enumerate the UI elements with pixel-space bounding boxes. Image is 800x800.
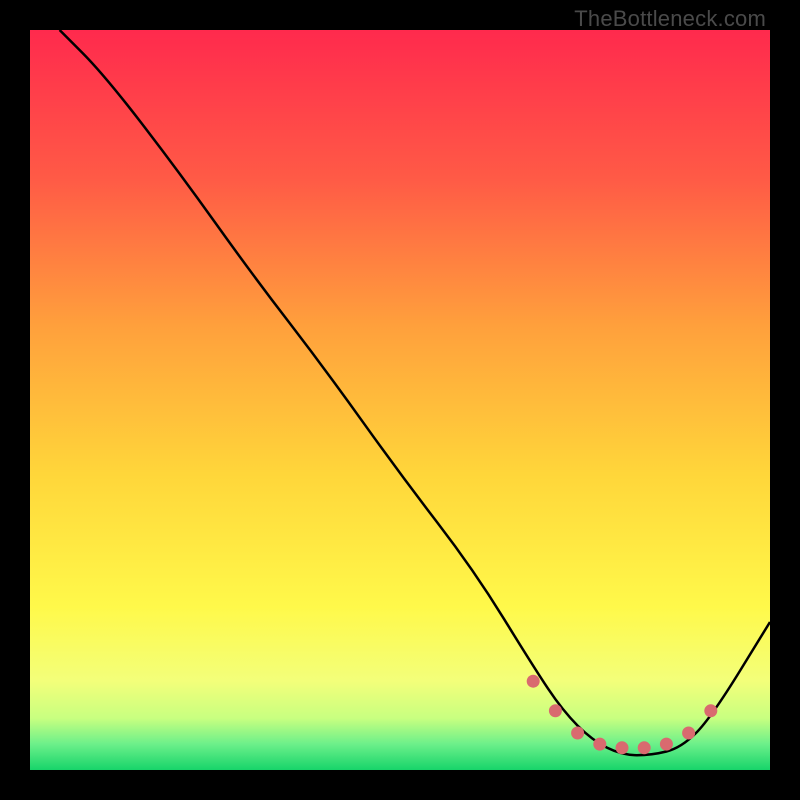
- optimal-marker: [682, 727, 695, 740]
- bottleneck-chart: [30, 30, 770, 770]
- watermark-text: TheBottleneck.com: [574, 6, 766, 32]
- chart-frame: [30, 30, 770, 770]
- optimal-marker: [549, 704, 562, 717]
- optimal-marker: [527, 675, 540, 688]
- optimal-marker: [571, 727, 584, 740]
- optimal-marker: [616, 741, 629, 754]
- optimal-marker: [638, 741, 651, 754]
- optimal-marker: [704, 704, 717, 717]
- optimal-marker: [593, 738, 606, 751]
- gradient-background: [30, 30, 770, 770]
- optimal-marker: [660, 738, 673, 751]
